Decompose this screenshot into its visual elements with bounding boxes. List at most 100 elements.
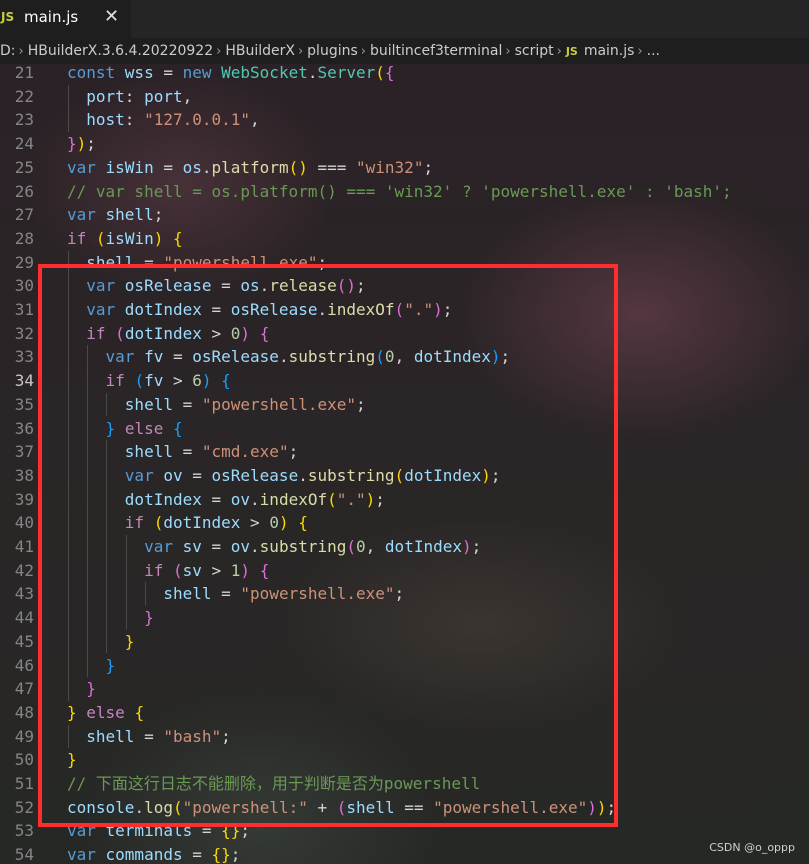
code-token: if: [105, 371, 135, 391]
code-token: "powershell.exe": [201, 394, 356, 414]
breadcrumb-item[interactable]: plugins: [307, 43, 358, 59]
code-line[interactable]: 45 }: [0, 630, 809, 654]
code-token: (: [394, 300, 405, 319]
code-token: port: [144, 86, 183, 106]
code-token: new: [182, 64, 222, 82]
code-line[interactable]: 53 var terminals = {};: [0, 819, 809, 843]
line-number: 32: [14, 323, 34, 343]
code-token: }: [105, 655, 116, 675]
code-token: "127.0.0.1": [144, 110, 251, 130]
code-line[interactable]: 21 const wss = new WebSocket.Server({: [0, 64, 809, 85]
line-code: if (isWin) {: [67, 227, 183, 251]
code-token: dotIndex: [384, 537, 462, 556]
breadcrumb-item[interactable]: builtincef3terminal: [370, 43, 502, 59]
code-editor[interactable]: 21 const wss = new WebSocket.Server({22 p…: [0, 64, 809, 864]
code-token: (): [336, 276, 357, 296]
code-line[interactable]: 40 if (dotIndex > 0) {: [0, 511, 809, 535]
code-token: ;: [240, 821, 251, 841]
code-line[interactable]: 39 dotIndex = ov.indexOf(".");: [0, 488, 809, 512]
code-token: dotIndex: [124, 323, 202, 343]
code-token: os: [240, 276, 260, 296]
code-line[interactable]: 37 shell = "cmd.exe";: [0, 440, 809, 464]
code-line[interactable]: 36 } else {: [0, 417, 809, 441]
code-line[interactable]: 24});: [0, 132, 809, 156]
close-icon[interactable]: ✕: [104, 6, 119, 27]
code-line[interactable]: 48} else {: [0, 701, 809, 725]
code-line[interactable]: 44 }: [0, 606, 809, 630]
code-line[interactable]: 30 var osRelease = os.release();: [0, 274, 809, 298]
line-number: 53: [14, 821, 34, 841]
code-token: if: [144, 560, 173, 580]
code-line[interactable]: 31 var dotIndex = osRelease.indexOf(".")…: [0, 298, 809, 322]
code-line[interactable]: 28 if (isWin) {: [0, 227, 809, 251]
code-token: if: [86, 323, 116, 343]
code-token: var: [124, 465, 164, 485]
line-code: // 下面这行日志不能删除，用于判断是否为powershell: [67, 772, 480, 796]
code-line[interactable]: 23 host: "127.0.0.1",: [0, 108, 809, 132]
line-code: // var shell = os.platform() === 'win32'…: [67, 180, 732, 204]
code-line[interactable]: 29 shell = "powershell.exe";: [0, 251, 809, 275]
code-line[interactable]: 46 }: [0, 654, 809, 678]
breadcrumb-symbols[interactable]: ...: [647, 43, 660, 59]
code-line[interactable]: 34 if (fv > 6) {: [0, 369, 809, 393]
code-line[interactable]: 26 // var shell = os.platform() === 'win3…: [0, 180, 809, 204]
breadcrumb-file[interactable]: main.js: [584, 43, 635, 59]
code-token: ;: [606, 797, 617, 817]
line-code: shell = "powershell.exe";: [67, 393, 366, 417]
breadcrumb-item[interactable]: HBuilderX.3.6.4.20220922: [28, 43, 213, 59]
code-line[interactable]: 49 shell = "bash";: [0, 725, 809, 749]
tab-main-js[interactable]: JS main.js ✕: [0, 0, 131, 38]
code-token: dotIndex: [124, 300, 202, 319]
breadcrumb-item[interactable]: D:: [0, 43, 16, 59]
line-number: 51: [14, 774, 34, 793]
code-token: if: [124, 513, 154, 533]
breadcrumb-item[interactable]: script: [515, 43, 554, 59]
line-code: shell = "cmd.exe";: [67, 440, 298, 464]
code-token: ,: [394, 347, 414, 367]
code-token: shell: [86, 726, 135, 746]
code-token: var: [144, 537, 183, 556]
code-line[interactable]: 25 var isWin = os.platform() === "win32";: [0, 156, 809, 180]
line-code: var commands = {};: [67, 843, 240, 864]
code-token: ===: [307, 157, 357, 177]
code-token: substring: [307, 465, 395, 485]
code-line[interactable]: 41 var sv = ov.substring(0, dotIndex);: [0, 535, 809, 559]
code-line[interactable]: 50}: [0, 748, 809, 772]
code-token: osRelease: [211, 465, 299, 485]
code-line[interactable]: 33 var fv = osRelease.substring(0, dotIn…: [0, 345, 809, 369]
code-token: {: [172, 418, 183, 438]
code-token: ;: [86, 134, 96, 154]
code-token: }: [67, 702, 77, 722]
code-token: else: [124, 418, 173, 438]
code-line[interactable]: 52 console.log("powershell:" + (shell == …: [0, 796, 809, 820]
breadcrumb-item[interactable]: HBuilderX: [225, 43, 295, 59]
code-token: >: [201, 560, 231, 580]
code-token: ;: [375, 489, 385, 509]
code-line[interactable]: 38 var ov = osRelease.substring(dotIndex…: [0, 464, 809, 488]
code-line[interactable]: 51 // 下面这行日志不能删除，用于判断是否为powershell: [0, 772, 809, 796]
code-line[interactable]: 42 if (sv > 1) {: [0, 559, 809, 583]
code-line[interactable]: 35 shell = "powershell.exe";: [0, 393, 809, 417]
code-line[interactable]: 22 port: port,: [0, 85, 809, 109]
code-token: (: [95, 228, 106, 248]
code-line[interactable]: 32 if (dotIndex > 0) {: [0, 322, 809, 346]
code-token: >: [240, 513, 270, 533]
tab-label[interactable]: main.js: [24, 8, 78, 26]
code-line[interactable]: 27 var shell;: [0, 203, 809, 227]
code-token: ;: [394, 584, 405, 604]
code-line[interactable]: 54 var commands = {};: [0, 843, 809, 864]
code-line[interactable]: 43 shell = "powershell.exe";: [0, 582, 809, 606]
code-token: sv: [182, 560, 202, 580]
code-token: dotIndex: [413, 347, 491, 367]
code-line[interactable]: 47 }: [0, 677, 809, 701]
line-code: port: port,: [67, 85, 192, 109]
